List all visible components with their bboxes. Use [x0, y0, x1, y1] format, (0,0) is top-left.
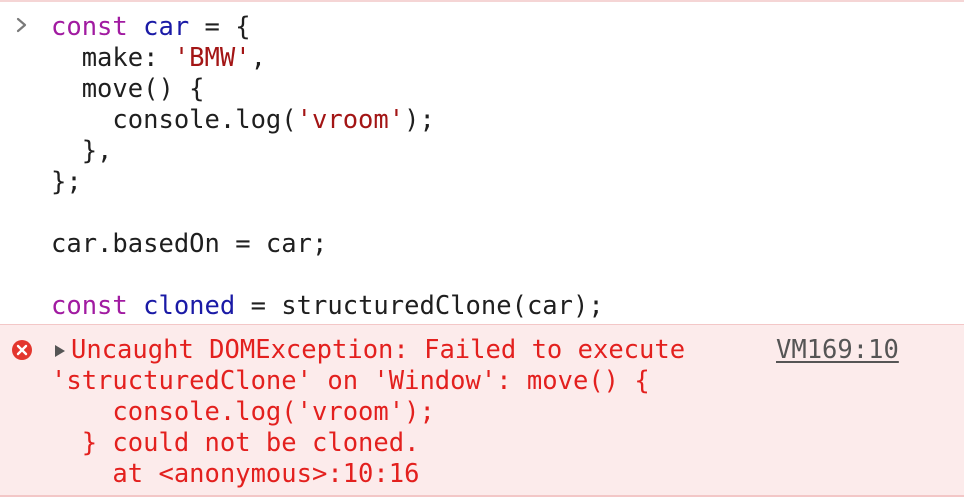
code-line-4: console.log('vroom'); — [51, 105, 435, 135]
code-line-8: car.basedOn = car; — [51, 229, 328, 259]
error-line-4: } could not be cloned. — [51, 428, 420, 458]
code-block[interactable]: const car = { make: 'BMW', move() { cons… — [51, 12, 604, 322]
devtools-console: const car = { make: 'BMW', move() { cons… — [0, 0, 964, 500]
code-line-5: }, — [51, 136, 113, 166]
console-input-entry: const car = { make: 'BMW', move() { cons… — [0, 0, 964, 324]
error-line-3: console.log('vroom'); — [51, 397, 435, 427]
error-line-5: at <anonymous>:10:16 — [51, 459, 420, 489]
code-line-2: make: 'BMW', — [51, 43, 266, 73]
error-message: Uncaught DOMException: Failed to execute… — [51, 335, 685, 490]
error-circle-x-icon — [12, 340, 32, 360]
source-location-link[interactable]: VM169:10 — [776, 335, 899, 366]
chevron-right-icon — [16, 17, 27, 33]
code-line-6: }; — [51, 167, 82, 197]
code-line-10: const cloned = structuredClone(car); — [51, 291, 604, 321]
error-line-2: 'structuredClone' on 'Window': move() { — [51, 366, 650, 396]
error-line-1: Uncaught DOMException: Failed to execute — [71, 335, 686, 365]
code-line-3: move() { — [51, 74, 205, 104]
code-line-1: const car = { — [51, 12, 251, 42]
console-error-entry: Uncaught DOMException: Failed to execute… — [0, 324, 964, 497]
